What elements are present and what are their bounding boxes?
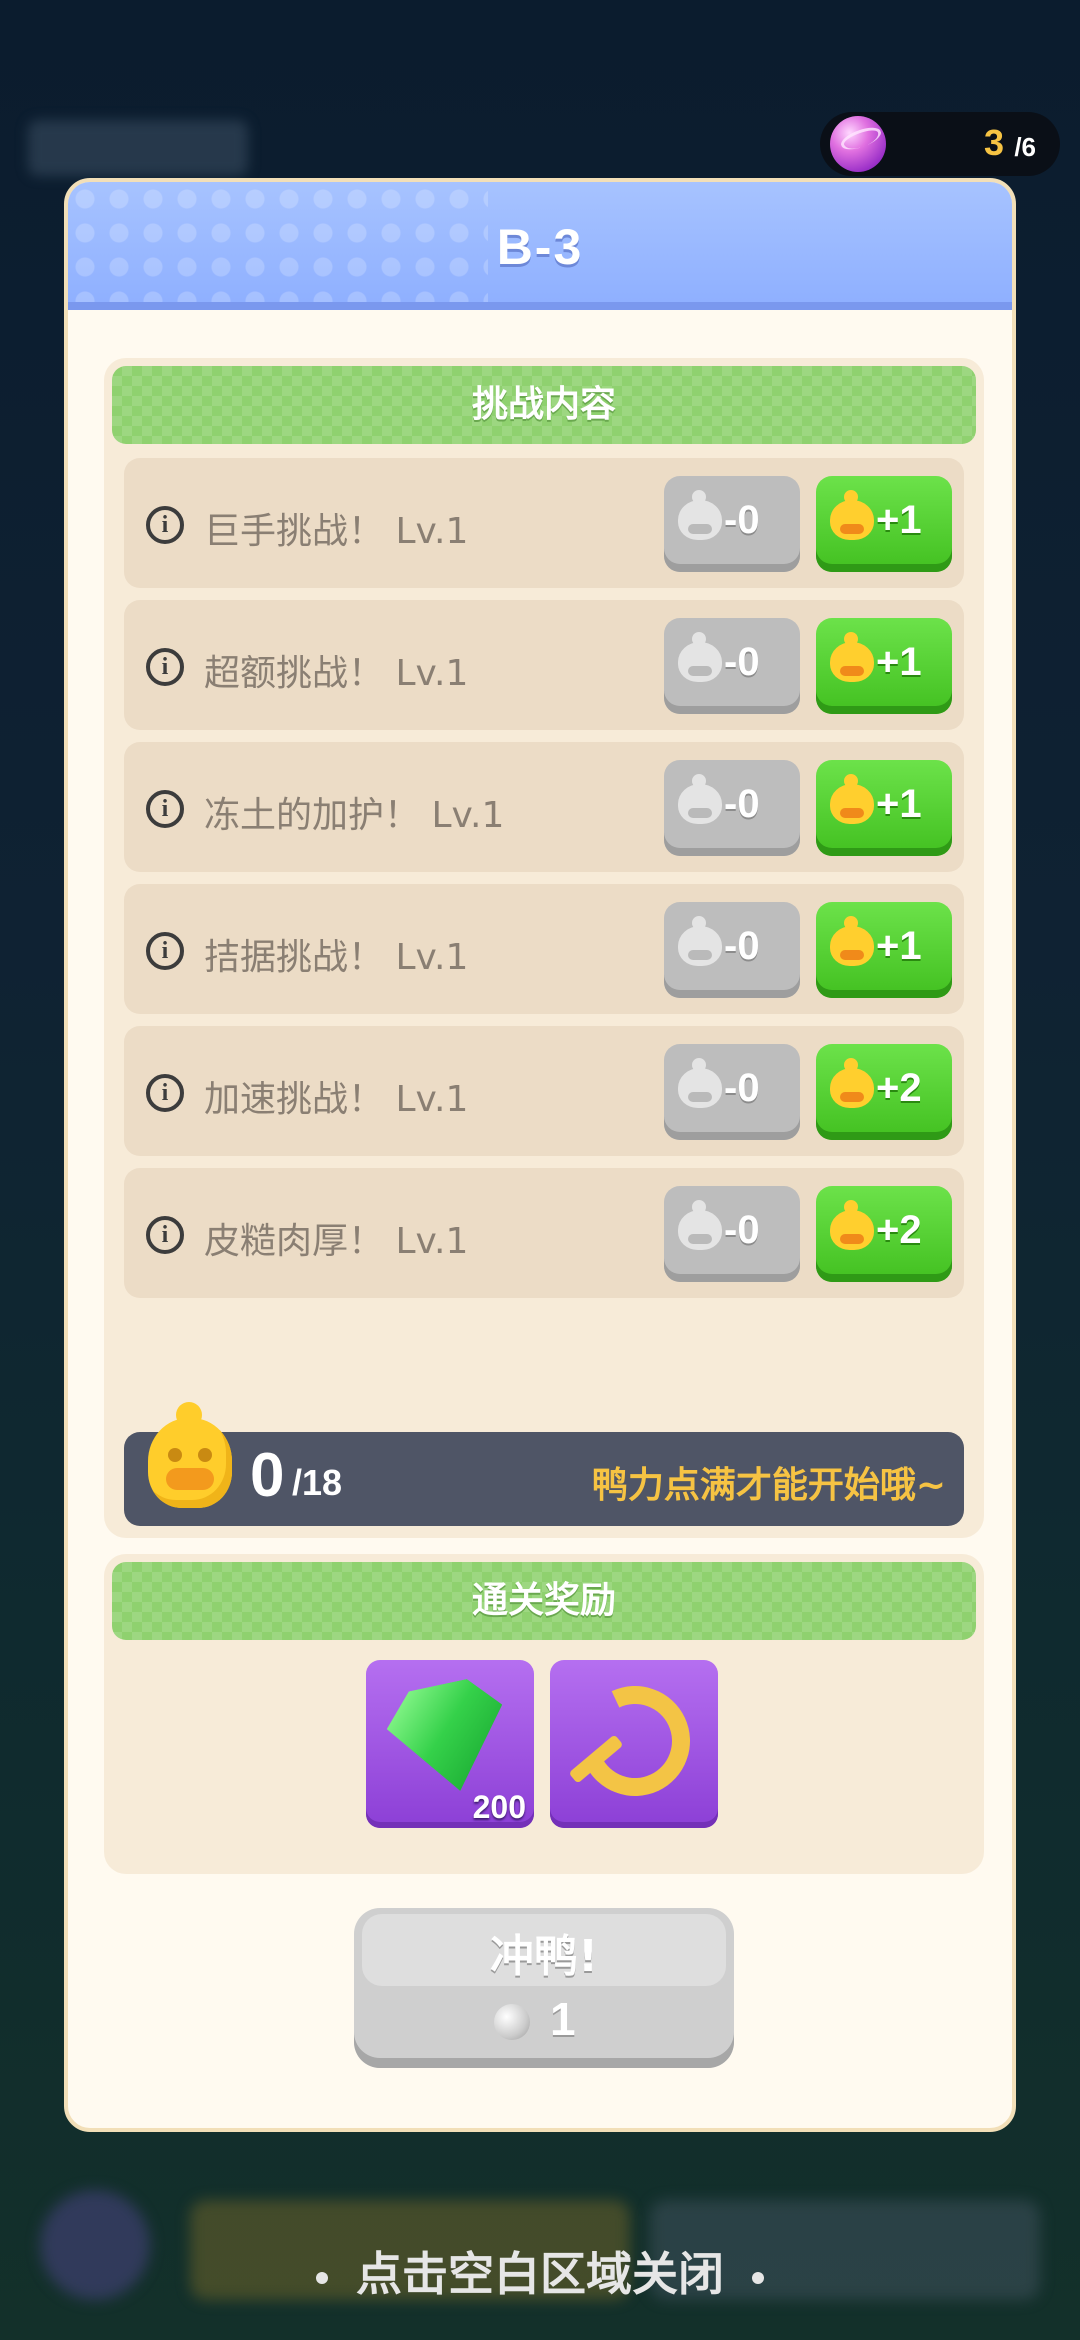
increase-value: +1 — [876, 782, 922, 826]
close-hint[interactable]: 点击空白区域关闭 — [0, 2238, 1080, 2304]
duck-icon — [830, 1210, 874, 1250]
duck-icon — [830, 1068, 874, 1108]
decrease-value: -0 — [724, 498, 760, 542]
decrease-value: -0 — [724, 640, 760, 684]
close-hint-text: 点击空白区域关闭 — [356, 2247, 724, 2301]
challenge-row: i 拮据挑战！ Lv.1 -0 +1 — [124, 884, 964, 1014]
info-icon[interactable]: i — [146, 932, 184, 970]
energy-counter[interactable]: 3 /6 — [820, 112, 1060, 176]
challenge-row: i 皮糙肉厚！ Lv.1 -0 +2 — [124, 1168, 964, 1298]
decrease-button[interactable]: -0 — [664, 1044, 800, 1140]
silver-coin-icon — [494, 2004, 530, 2040]
increase-value: +1 — [876, 498, 922, 542]
challenge-label: 拮据挑战！ Lv.1 — [204, 937, 469, 978]
duck-icon — [678, 642, 722, 682]
increase-value: +2 — [876, 1208, 922, 1252]
challenge-row: i 超额挑战！ Lv.1 -0 +1 — [124, 600, 964, 730]
increase-button[interactable]: +1 — [816, 476, 952, 572]
points-current: 0 — [250, 1441, 285, 1510]
decrease-value: -0 — [724, 924, 760, 968]
increase-button[interactable]: +1 — [816, 760, 952, 856]
challenge-row: i 加速挑战！ Lv.1 -0 +2 — [124, 1026, 964, 1156]
decrease-value: -0 — [724, 782, 760, 826]
duck-points-bar: 0 /18 鸭力点满才能开始哦~ — [124, 1418, 964, 1526]
purple-orb-icon — [830, 116, 886, 172]
start-cost: 1 — [550, 1993, 576, 2045]
reward-item-gem[interactable]: 200 — [366, 1660, 534, 1828]
duck-icon — [678, 926, 722, 966]
challenge-label: 巨手挑战！ Lv.1 — [204, 511, 469, 552]
info-icon[interactable]: i — [146, 648, 184, 686]
increase-button[interactable]: +1 — [816, 902, 952, 998]
duck-icon — [830, 926, 874, 966]
duck-icon — [830, 784, 874, 824]
stage-dialog: B-3 挑战内容 i 巨手挑战！ Lv.1 -0 +1 i 超额挑战！ Lv.1 — [64, 178, 1016, 2132]
duck-icon — [678, 784, 722, 824]
challenge-label: 冻土的加护！ Lv.1 — [204, 795, 505, 836]
increase-value: +1 — [876, 640, 922, 684]
decrease-button[interactable]: -0 — [664, 618, 800, 714]
challenge-label: 超额挑战！ Lv.1 — [204, 653, 469, 694]
challenge-label: 加速挑战！ Lv.1 — [204, 1079, 469, 1120]
increase-value: +2 — [876, 1066, 922, 1110]
points-total: /18 — [292, 1462, 343, 1503]
decrease-button[interactable]: -0 — [664, 476, 800, 572]
reward-banner: 通关奖励 — [112, 1562, 976, 1640]
increase-value: +1 — [876, 924, 922, 968]
info-icon[interactable]: i — [146, 1074, 184, 1112]
energy-total: /6 — [1014, 132, 1036, 162]
duck-icon — [678, 1210, 722, 1250]
blurred-background-title — [28, 120, 248, 176]
challenge-row: i 冻土的加护！ Lv.1 -0 +1 — [124, 742, 964, 872]
challenge-list: i 巨手挑战！ Lv.1 -0 +1 i 超额挑战！ Lv.1 -0 +1 i … — [124, 458, 964, 1310]
duck-icon — [148, 1418, 232, 1508]
reward-count: 200 — [472, 1789, 526, 1825]
golden-crescent-icon — [564, 1670, 706, 1812]
info-icon[interactable]: i — [146, 1216, 184, 1254]
info-icon[interactable]: i — [146, 506, 184, 544]
challenge-row: i 巨手挑战！ Lv.1 -0 +1 — [124, 458, 964, 588]
duck-icon — [830, 500, 874, 540]
decrease-button[interactable]: -0 — [664, 1186, 800, 1282]
duck-icon — [678, 500, 722, 540]
increase-button[interactable]: +1 — [816, 618, 952, 714]
green-gem-icon — [380, 1673, 518, 1803]
energy-count: 3 — [983, 122, 1004, 163]
duck-icon — [678, 1068, 722, 1108]
decrease-value: -0 — [724, 1066, 760, 1110]
challenge-banner: 挑战内容 — [112, 366, 976, 444]
duck-icon — [830, 642, 874, 682]
increase-button[interactable]: +2 — [816, 1186, 952, 1282]
points-hint: 鸭力点满才能开始哦~ — [591, 1465, 946, 1506]
stage-title: B-3 — [496, 219, 584, 275]
reward-item-crescent[interactable] — [550, 1660, 718, 1828]
decrease-button[interactable]: -0 — [664, 760, 800, 856]
increase-button[interactable]: +2 — [816, 1044, 952, 1140]
challenge-label: 皮糙肉厚！ Lv.1 — [204, 1221, 469, 1262]
decrease-value: -0 — [724, 1208, 760, 1252]
start-button[interactable]: 冲鸭! 1 — [354, 1908, 734, 2068]
reward-panel: 通关奖励 200 — [104, 1554, 984, 1874]
start-button-label: 冲鸭! — [489, 1931, 599, 1982]
info-icon[interactable]: i — [146, 790, 184, 828]
decrease-button[interactable]: -0 — [664, 902, 800, 998]
dialog-header: B-3 — [68, 182, 1012, 310]
challenge-panel: 挑战内容 i 巨手挑战！ Lv.1 -0 +1 i 超额挑战！ Lv.1 -0 … — [104, 358, 984, 1538]
